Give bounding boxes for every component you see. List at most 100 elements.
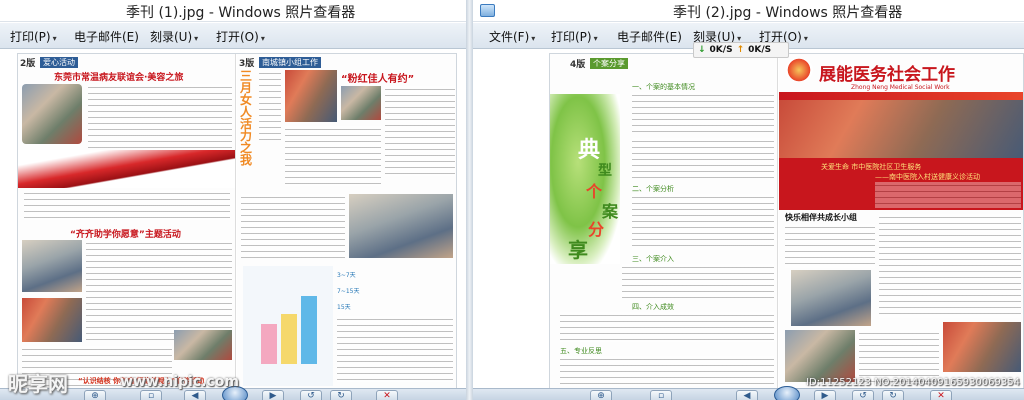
group-title: 快乐相伴共成长小组 bbox=[785, 213, 857, 222]
article-photo bbox=[22, 298, 82, 342]
text-column bbox=[24, 190, 230, 220]
vertical-title-char: 典 bbox=[578, 137, 601, 163]
text-column bbox=[86, 240, 232, 340]
window-title: 季刊 (2).jpg - Windows 照片查看器 bbox=[673, 5, 903, 21]
bar-pink bbox=[261, 324, 277, 364]
menu-file[interactable]: 文件(F) ▾ bbox=[489, 28, 535, 45]
section-heading: 一、个案的基本情况 bbox=[632, 83, 695, 91]
text-column bbox=[560, 356, 774, 386]
vertical-title: 三月女人 活力之我 bbox=[240, 69, 253, 167]
rotate-cw-button[interactable]: ↻ bbox=[330, 390, 352, 400]
slideshow-button[interactable] bbox=[774, 386, 800, 400]
previous-icon: ◀ bbox=[191, 391, 199, 400]
text-column bbox=[88, 84, 232, 148]
actual-size-button[interactable]: ▫ bbox=[140, 390, 162, 400]
text-column bbox=[259, 70, 281, 140]
upload-speed: 0K/S bbox=[748, 45, 772, 55]
article-photo bbox=[285, 70, 337, 122]
article-headline-2: “齐齐助学你愿意”主题活动 bbox=[70, 230, 181, 240]
photo-viewer-window-1: 季刊 (1).jpg - Windows 照片查看器 打印(P) ▾ 电子邮件(E… bbox=[0, 0, 466, 400]
section-heading: 三、个案介入 bbox=[632, 255, 674, 263]
menu-burn[interactable]: 刻录(U) ▾ bbox=[150, 28, 198, 45]
text-column bbox=[632, 138, 774, 178]
section-tag: 个案分享 bbox=[590, 58, 628, 69]
vertical-title-char: 型 bbox=[598, 163, 612, 179]
text-column bbox=[785, 224, 875, 268]
vertical-title-char: 个 bbox=[586, 182, 603, 201]
upload-arrow-icon: ↑ bbox=[736, 45, 745, 55]
next-button[interactable]: ▶ bbox=[814, 390, 836, 400]
delete-icon: ✕ bbox=[383, 391, 391, 400]
article-photo bbox=[174, 330, 232, 360]
banner-photo bbox=[779, 100, 1023, 158]
site-watermark-url: www.nipic.com bbox=[120, 374, 239, 390]
org-title: 展能医务社会工作 bbox=[819, 65, 955, 85]
menu-email[interactable]: 电子邮件(E) bbox=[617, 28, 682, 45]
window-divider bbox=[466, 0, 473, 400]
bar-yellow bbox=[281, 314, 297, 364]
article-photo bbox=[22, 240, 82, 292]
rotate-cw-icon: ↻ bbox=[337, 391, 345, 400]
previous-icon: ◀ bbox=[743, 391, 751, 400]
page-number: 2版 bbox=[20, 59, 36, 69]
actual-size-button[interactable]: ▫ bbox=[650, 390, 672, 400]
image-viewport[interactable]: 2版 爱心活动 东莞市常温病友联谊会·美容之旅 “齐齐助学你愿意”主题活动 “认… bbox=[0, 50, 466, 390]
article-headline: “粉红佳人有约” bbox=[341, 74, 415, 85]
photo-viewer-icon bbox=[480, 4, 495, 17]
feature-subtitle: ——南中医院入村送健康义诊活动 bbox=[875, 173, 980, 181]
menu-email[interactable]: 电子邮件(E) bbox=[74, 28, 139, 45]
delete-button[interactable]: ✕ bbox=[930, 390, 952, 400]
window-title: 季刊 (1).jpg - Windows 照片查看器 bbox=[126, 5, 356, 21]
rotate-ccw-button[interactable]: ↺ bbox=[300, 390, 322, 400]
text-column bbox=[241, 194, 345, 258]
image-viewport[interactable]: 4版 个案分享 典 型 个 案 分 享 一、个案的基本情况 二、个案分析 三、个… bbox=[473, 50, 1024, 390]
zoom-icon: ⊕ bbox=[91, 391, 99, 400]
page-2: 2版 爱心活动 东莞市常温病友联谊会·美容之旅 “齐齐助学你愿意”主题活动 “认… bbox=[18, 54, 236, 389]
newsletter-image: 2版 爱心活动 东莞市常温病友联谊会·美容之旅 “齐齐助学你愿意”主题活动 “认… bbox=[17, 53, 457, 390]
page-number: 4版 bbox=[570, 60, 586, 70]
delete-icon: ✕ bbox=[937, 391, 945, 400]
section-tag: 南城镇小组工作 bbox=[259, 57, 321, 68]
newsletter-image: 4版 个案分享 典 型 个 案 分 享 一、个案的基本情况 二、个案分析 三、个… bbox=[549, 53, 1024, 390]
section-tag: 爱心活动 bbox=[40, 57, 78, 68]
chart-label: 7~15天 bbox=[337, 288, 360, 295]
vertical-title-char: 享 bbox=[568, 238, 588, 262]
article-photo bbox=[943, 322, 1021, 372]
network-speed-widget[interactable]: ↓ 0K/S ↑ 0K/S bbox=[693, 42, 789, 58]
previous-button[interactable]: ◀ bbox=[184, 390, 206, 400]
previous-button[interactable]: ◀ bbox=[736, 390, 758, 400]
text-column bbox=[622, 264, 774, 298]
next-icon: ▶ bbox=[269, 391, 277, 400]
actual-size-icon: ▫ bbox=[147, 391, 155, 400]
next-icon: ▶ bbox=[821, 391, 829, 400]
section-heading: 四、介入成效 bbox=[632, 303, 674, 311]
menu-print[interactable]: 打印(P) ▾ bbox=[551, 28, 598, 45]
infographic bbox=[243, 266, 333, 386]
menu-open[interactable]: 打开(O) ▾ bbox=[216, 28, 265, 45]
text-column bbox=[879, 214, 1021, 318]
text-column bbox=[560, 312, 774, 342]
menu-print[interactable]: 打印(P) ▾ bbox=[10, 28, 57, 45]
rotate-cw-button[interactable]: ↻ bbox=[882, 390, 904, 400]
org-logo bbox=[785, 58, 813, 82]
text-column bbox=[875, 182, 1021, 208]
vertical-title-char: 分 bbox=[588, 220, 605, 239]
rotate-cw-icon: ↻ bbox=[889, 391, 897, 400]
section-heading: 五、专业反思 bbox=[560, 347, 602, 355]
rotate-ccw-button[interactable]: ↺ bbox=[852, 390, 874, 400]
vertical-title-char: 案 bbox=[602, 202, 619, 221]
zoom-icon: ⊕ bbox=[597, 391, 605, 400]
title-bar[interactable]: 季刊 (2).jpg - Windows 照片查看器 bbox=[473, 0, 1024, 22]
download-speed: 0K/S bbox=[709, 45, 733, 55]
zoom-button[interactable]: ⊕ bbox=[84, 390, 106, 400]
title-bar[interactable]: 季刊 (1).jpg - Windows 照片查看器 bbox=[0, 0, 466, 22]
delete-button[interactable]: ✕ bbox=[376, 390, 398, 400]
image-id-watermark: ID:11252123 NO:20140409165930069354 bbox=[806, 377, 1020, 388]
text-column bbox=[632, 92, 774, 132]
chart-label: 3~7天 bbox=[337, 272, 356, 279]
next-button[interactable]: ▶ bbox=[262, 390, 284, 400]
page-4: 4版 个案分享 典 型 个 案 分 享 一、个案的基本情况 二、个案分析 三、个… bbox=[550, 54, 778, 389]
zoom-button[interactable]: ⊕ bbox=[590, 390, 612, 400]
download-arrow-icon: ↓ bbox=[698, 45, 706, 55]
page-3: 3版 南城镇小组工作 三月女人 活力之我 “粉红佳人有约” 3~7天 7~15天… bbox=[237, 54, 456, 389]
